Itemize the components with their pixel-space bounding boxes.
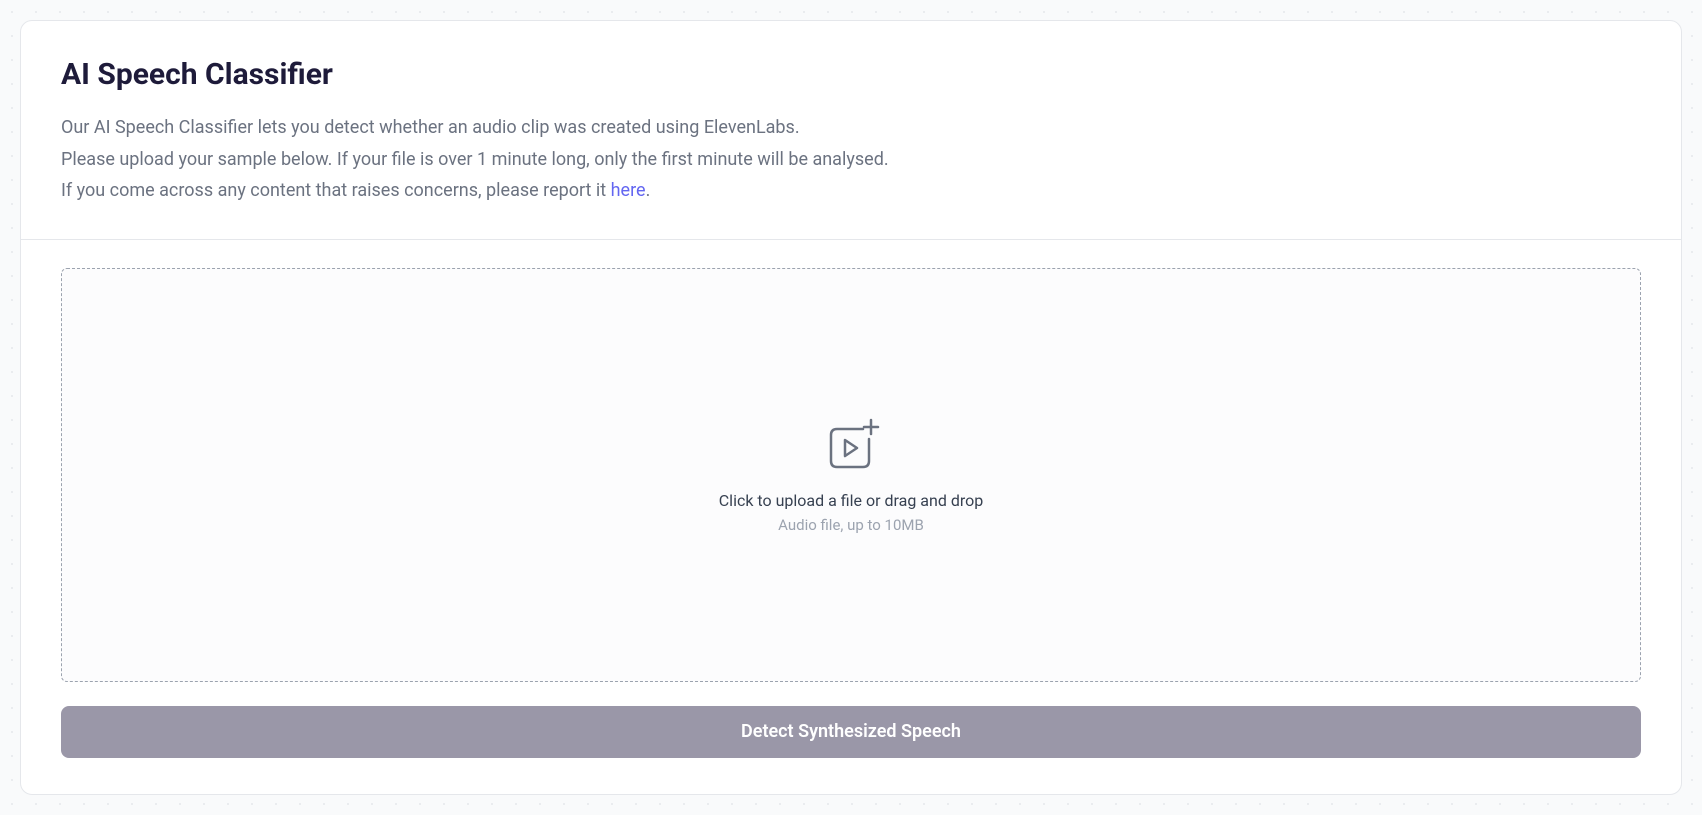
upload-media-plus-icon	[819, 415, 883, 483]
description-line-2: Please upload your sample below. If your…	[61, 144, 1641, 176]
upload-dropzone[interactable]: Click to upload a file or drag and drop …	[61, 268, 1641, 682]
dropzone-primary-text: Click to upload a file or drag and drop	[719, 491, 983, 510]
description-line-1: Our AI Speech Classifier lets you detect…	[61, 112, 1641, 144]
page-title: AI Speech Classifier	[61, 57, 1641, 92]
card-header: AI Speech Classifier Our AI Speech Class…	[21, 21, 1681, 240]
card-body: Click to upload a file or drag and drop …	[21, 240, 1681, 794]
description: Our AI Speech Classifier lets you detect…	[61, 112, 1641, 207]
detect-button[interactable]: Detect Synthesized Speech	[61, 706, 1641, 758]
description-line-3-prefix: If you come across any content that rais…	[61, 180, 611, 201]
classifier-card: AI Speech Classifier Our AI Speech Class…	[20, 20, 1682, 795]
description-line-3-suffix: .	[646, 180, 651, 201]
dropzone-secondary-text: Audio file, up to 10MB	[778, 516, 924, 534]
report-link[interactable]: here	[611, 180, 646, 201]
description-line-3: If you come across any content that rais…	[61, 175, 1641, 207]
